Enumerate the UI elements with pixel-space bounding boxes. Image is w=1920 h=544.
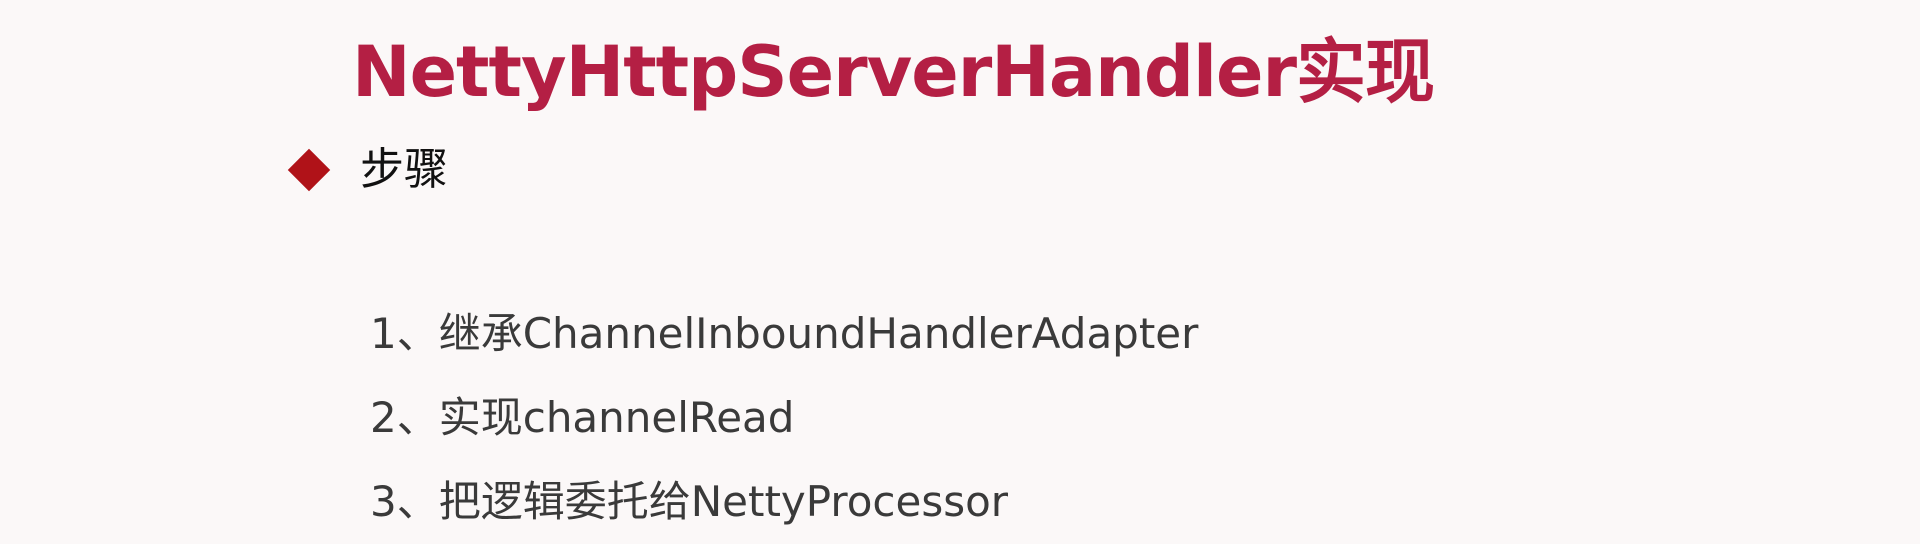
step-item: 1、继承ChannelInboundHandlerAdapter: [370, 309, 1199, 358]
slide-title: NettyHttpServerHandler实现: [352, 31, 1435, 113]
bullet-heading: 步骤: [287, 140, 448, 200]
bullet-heading-text: 步骤: [360, 144, 448, 195]
step-item: 2、实现channelRead: [370, 393, 795, 442]
step-item: 3、把逻辑委托给NettyProcessor: [370, 477, 1009, 526]
diamond-bullet-icon: [287, 148, 331, 192]
slide: NettyHttpServerHandler实现 步骤 1、继承ChannelI…: [0, 0, 1920, 532]
steps-list: 1、继承ChannelInboundHandlerAdapter 2、实现cha…: [370, 292, 1198, 544]
